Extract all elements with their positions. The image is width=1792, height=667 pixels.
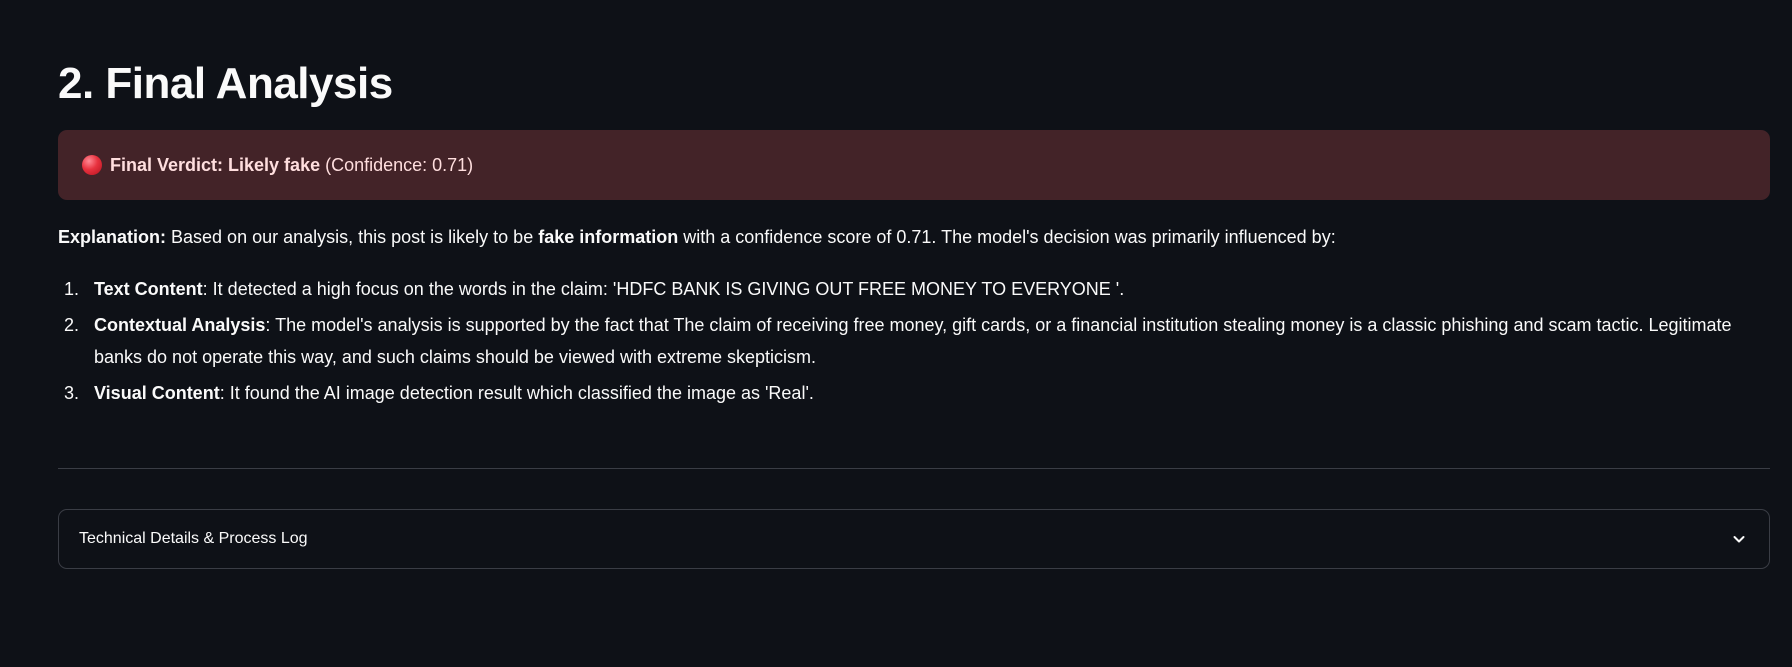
reason-title: Text Content xyxy=(94,279,203,299)
page-title: 2. Final Analysis xyxy=(58,59,393,108)
reason-text: : It detected a high focus on the words … xyxy=(202,279,1125,299)
verdict-label: Final Verdict: Likely fake xyxy=(110,154,321,175)
expander-label: Technical Details & Process Log xyxy=(79,530,308,547)
reason-text: : The model's analysis is supported by t… xyxy=(94,315,1732,367)
reasons-list: 1. Text Content: It detected a high focus… xyxy=(58,273,1770,413)
technical-details-expander[interactable]: Technical Details & Process Log xyxy=(58,509,1770,569)
reason-text: : It found the AI image detection result… xyxy=(219,383,814,403)
list-item: 2. Contextual Analysis: The model's analy… xyxy=(58,309,1770,373)
explanation-emphasis: fake information xyxy=(538,227,679,247)
verdict-confidence: (Confidence: 0.71) xyxy=(325,154,474,175)
list-item: 3. Visual Content: It found the AI image … xyxy=(58,377,1770,409)
explanation-part1: Based on our analysis, this post is like… xyxy=(166,227,539,247)
red-circle-icon xyxy=(82,155,102,175)
list-number: 1. xyxy=(64,279,80,299)
reason-title: Visual Content xyxy=(94,383,220,403)
explanation-text: Explanation: Based on our analysis, this… xyxy=(58,223,1770,251)
verdict-alert: Final Verdict: Likely fake (Confidence: … xyxy=(58,130,1770,200)
list-number: 3. xyxy=(64,383,80,403)
reason-title: Contextual Analysis xyxy=(94,315,266,335)
explanation-part2: with a confidence score of 0.71. The mod… xyxy=(678,227,1336,247)
section-divider xyxy=(58,468,1770,469)
list-item: 1. Text Content: It detected a high focus… xyxy=(58,273,1770,305)
list-number: 2. xyxy=(64,315,80,335)
explanation-lead: Explanation: xyxy=(58,227,167,247)
chevron-down-icon[interactable] xyxy=(1729,529,1749,549)
